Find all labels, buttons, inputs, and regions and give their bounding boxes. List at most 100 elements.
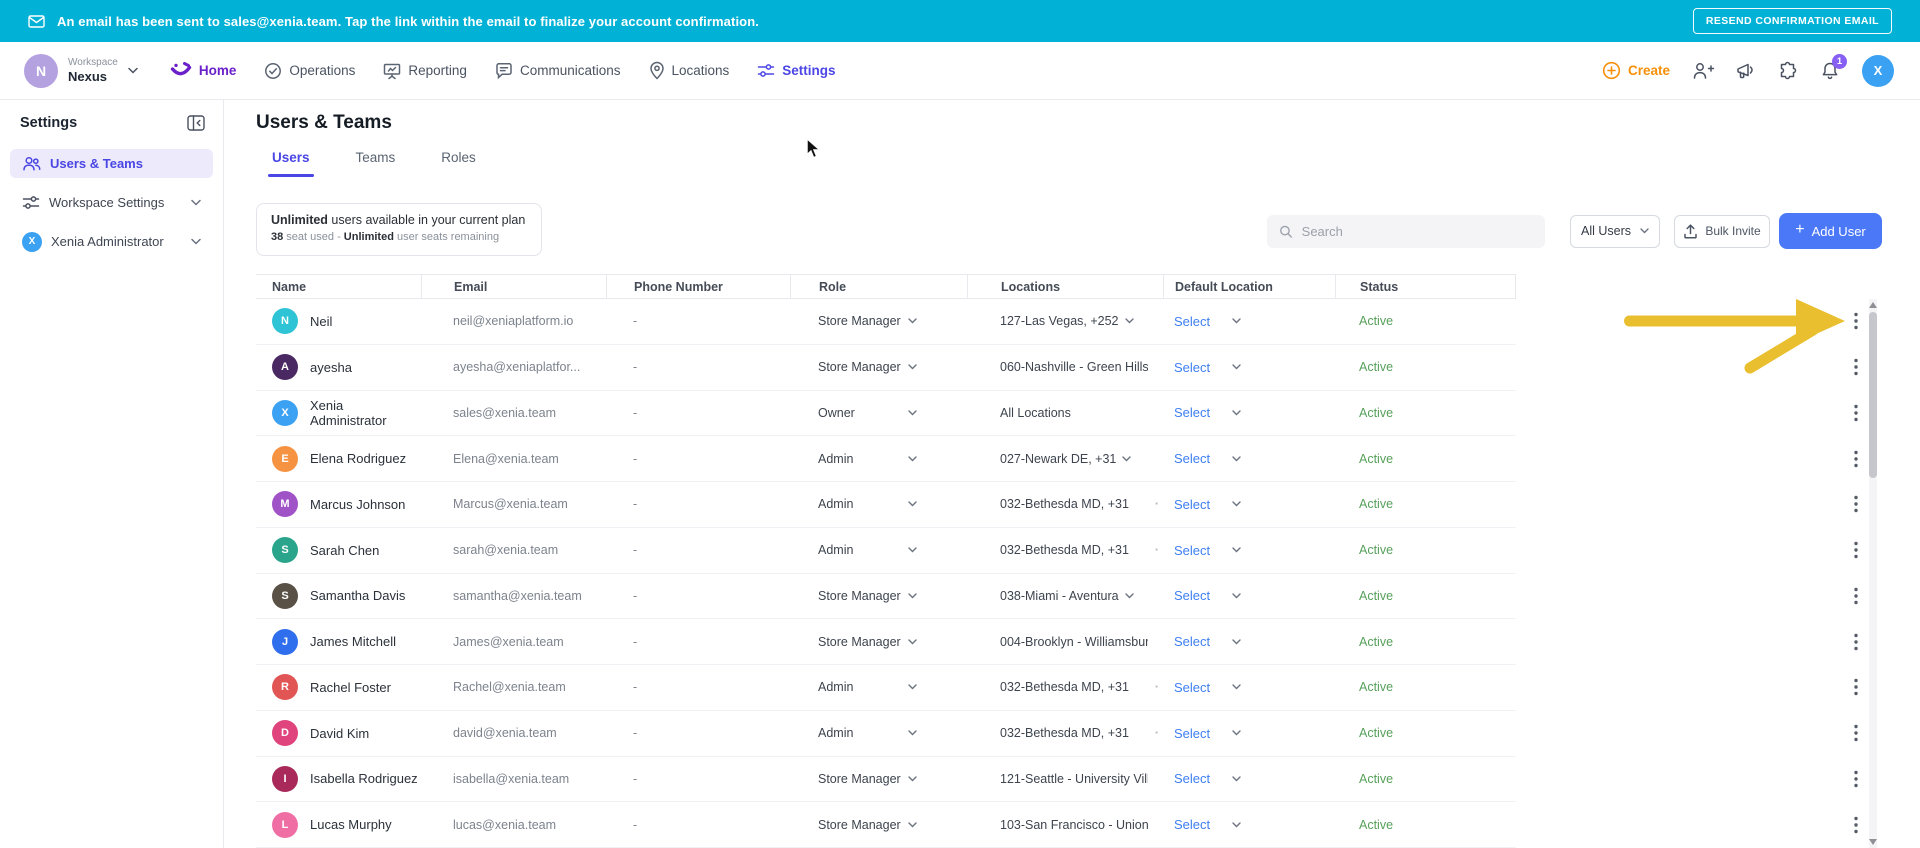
select-link[interactable]: Select [1174, 771, 1210, 786]
default-location-select[interactable]: Select [1163, 436, 1335, 481]
select-link[interactable]: Select [1174, 634, 1210, 649]
row-actions-button[interactable] [1850, 812, 1862, 837]
create-label: Create [1627, 63, 1670, 78]
role-dropdown[interactable]: Admin [790, 711, 967, 756]
select-link[interactable]: Select [1174, 360, 1210, 375]
role-dropdown[interactable]: Admin [790, 528, 967, 573]
row-actions-button[interactable] [1850, 538, 1862, 563]
user-email: Elena@xenia.team [453, 451, 559, 466]
default-location-select[interactable]: Select [1163, 757, 1335, 802]
locations-cell[interactable]: 103-San Francisco - Union S [967, 802, 1163, 847]
sidebar-item-xenia-administrator[interactable]: X Xenia Administrator [10, 227, 213, 256]
location-value: 004-Brooklyn - Williamsbur [1000, 634, 1148, 649]
role-dropdown[interactable]: Store Manager [790, 619, 967, 664]
sidebar-item-users-teams[interactable]: Users & Teams [10, 149, 213, 178]
select-link[interactable]: Select [1174, 543, 1210, 558]
role-dropdown[interactable]: Store Manager [790, 574, 967, 619]
nav-item-reporting[interactable]: Reporting [383, 62, 467, 80]
chevron-down-icon [1124, 318, 1134, 324]
row-actions-button[interactable] [1850, 446, 1862, 471]
locations-cell[interactable]: 038-Miami - Aventura [967, 574, 1163, 619]
default-location-select[interactable]: Select [1163, 482, 1335, 527]
default-location-select[interactable]: Select [1163, 619, 1335, 664]
nav-item-communications[interactable]: Communications [495, 62, 621, 80]
select-link[interactable]: Select [1174, 405, 1210, 420]
row-actions-button[interactable] [1850, 583, 1862, 608]
nav-item-locations[interactable]: Locations [649, 61, 729, 80]
bulk-invite-button[interactable]: Bulk Invite [1674, 214, 1770, 248]
locations-cell[interactable]: 032-Bethesda MD, +31 · [967, 711, 1163, 756]
scroll-down-arrow[interactable] [1869, 839, 1877, 845]
default-location-select[interactable]: Select [1163, 665, 1335, 710]
role-dropdown[interactable]: Store Manager [790, 299, 967, 344]
locations-cell[interactable]: 032-Bethesda MD, +31 · [967, 665, 1163, 710]
nav-item-settings[interactable]: Settings [757, 62, 836, 79]
locations-cell[interactable]: 032-Bethesda MD, +31 · [967, 528, 1163, 573]
locations-cell[interactable]: 060-Nashville - Green Hills, [967, 345, 1163, 390]
role-dropdown[interactable]: Admin [790, 436, 967, 481]
locations-cell[interactable]: 032-Bethesda MD, +31 · [967, 482, 1163, 527]
notifications-button[interactable]: 1 [1820, 53, 1847, 81]
locations-cell[interactable]: 004-Brooklyn - Williamsbur [967, 619, 1163, 664]
collapse-sidebar-button[interactable] [187, 115, 205, 131]
default-location-select[interactable]: Select [1163, 391, 1335, 436]
tab-roles[interactable]: Roles [441, 150, 476, 177]
locations-cell[interactable]: All Locations [967, 391, 1163, 436]
default-location-select[interactable]: Select [1163, 528, 1335, 573]
default-location-select[interactable]: Select [1163, 574, 1335, 619]
table-row: L Lucas Murphy lucas@xenia.team - Store Mana… [256, 802, 1858, 848]
select-link[interactable]: Select [1174, 817, 1210, 832]
nav-item-operations[interactable]: Operations [264, 62, 355, 80]
select-link[interactable]: Select [1174, 314, 1210, 329]
row-actions-button[interactable] [1850, 766, 1862, 791]
locations-cell[interactable]: 127-Las Vegas, +252 [967, 299, 1163, 344]
row-actions-button[interactable] [1850, 721, 1862, 746]
row-actions-button[interactable] [1850, 492, 1862, 517]
locations-cell[interactable]: 027-Newark DE, +31 [967, 436, 1163, 481]
default-location-select[interactable]: Select [1163, 345, 1335, 390]
select-link[interactable]: Select [1174, 451, 1210, 466]
select-link[interactable]: Select [1174, 726, 1210, 741]
column-header-status: Status [1335, 274, 1516, 299]
sliders-icon [22, 196, 40, 209]
scroll-up-arrow[interactable] [1869, 302, 1877, 308]
search-box[interactable] [1267, 214, 1545, 248]
add-user-button[interactable]: + Add User [1779, 213, 1882, 249]
select-link[interactable]: Select [1174, 680, 1210, 695]
role-dropdown[interactable]: Store Manager [790, 345, 967, 390]
tab-teams[interactable]: Teams [356, 150, 396, 177]
user-filter-dropdown[interactable]: All Users [1570, 214, 1660, 248]
select-link[interactable]: Select [1174, 497, 1210, 512]
select-link[interactable]: Select [1174, 588, 1210, 603]
tab-users[interactable]: Users [268, 150, 314, 177]
default-location-select[interactable]: Select [1163, 802, 1335, 847]
default-location-select[interactable]: Select [1163, 299, 1335, 344]
role-dropdown[interactable]: Admin [790, 665, 967, 710]
role-dropdown[interactable]: Store Manager [790, 757, 967, 802]
user-email: samantha@xenia.team [453, 588, 582, 603]
default-location-select[interactable]: Select [1163, 711, 1335, 756]
role-dropdown[interactable]: Admin [790, 482, 967, 527]
invite-user-button[interactable] [1692, 61, 1714, 80]
role-dropdown[interactable]: Store Manager [790, 802, 967, 847]
puzzle-icon [1780, 61, 1797, 79]
role-dropdown[interactable]: Owner [790, 391, 967, 436]
user-avatar[interactable]: X [1862, 54, 1894, 87]
chevron-down-icon [1640, 228, 1649, 234]
nav-item-home[interactable]: Home [170, 62, 236, 79]
row-actions-button[interactable] [1850, 675, 1862, 700]
search-input[interactable] [1301, 223, 1533, 239]
sidebar-item-workspace-settings[interactable]: Workspace Settings [10, 188, 213, 217]
resend-confirmation-button[interactable]: RESEND CONFIRMATION EMAIL [1692, 8, 1892, 34]
create-button[interactable]: Create [1602, 61, 1670, 80]
scrollbar-thumb[interactable] [1869, 312, 1877, 478]
row-actions-button[interactable] [1850, 309, 1862, 334]
announcements-button[interactable] [1736, 61, 1756, 80]
row-actions-button[interactable] [1850, 629, 1862, 654]
row-actions-button[interactable] [1850, 400, 1862, 425]
integrations-button[interactable] [1778, 61, 1798, 81]
status-text: Active [1359, 726, 1394, 741]
row-actions-button[interactable] [1850, 355, 1862, 380]
locations-cell[interactable]: 121-Seattle - University Villa [967, 757, 1163, 802]
workspace-selector[interactable]: N Workspace Nexus [24, 53, 138, 88]
